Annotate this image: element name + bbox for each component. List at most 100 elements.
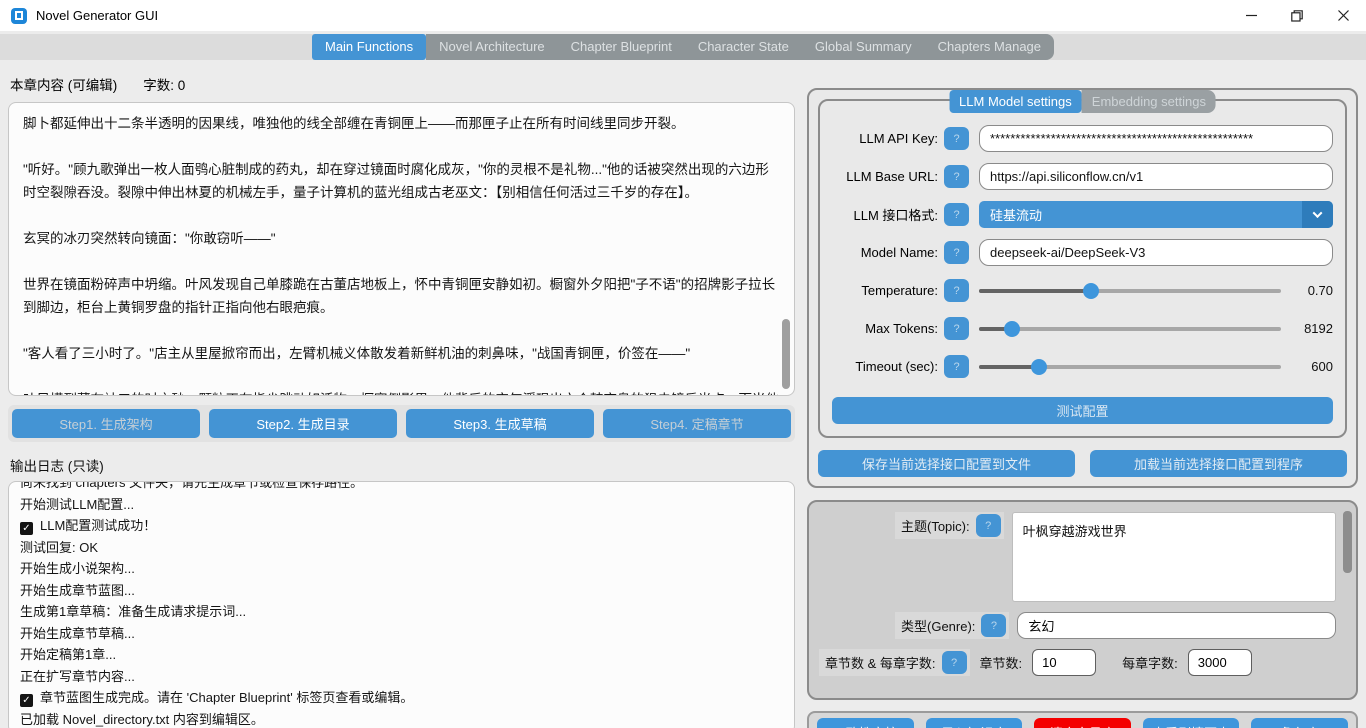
success-check-icon [20,522,33,535]
novel-params-panel: 主题(Topic): ? 叶枫穿越游戏世界 类型(Genre): ? 章节数 &… [807,500,1358,700]
topic-label: 主题(Topic): [901,516,970,535]
step1-generate-architecture-button[interactable]: Step1. 生成架构 [12,409,200,438]
tab-chapter-blueprint[interactable]: Chapter Blueprint [558,34,685,60]
chapter-content-editor[interactable]: 脚卜都延伸出十二条半透明的因果线，唯独他的线全部缠在青铜匣上——而那匣子止在所有… [8,102,795,396]
chapter-count-input[interactable] [1032,649,1096,676]
slider-thumb[interactable] [1083,283,1099,299]
log-line: 章节蓝图生成完成。请在 'Chapter Blueprint' 标签页查看或编辑… [20,687,783,709]
close-button[interactable] [1320,0,1366,31]
temperature-slider[interactable] [979,277,1281,304]
tab-character-state[interactable]: Character State [685,34,802,60]
log-line: 测试回复: OK [20,537,783,559]
editor-paragraph: 世界在镜面粉碎声中坍缩。叶风发现自己单膝跪在古董店地板上，怀中青铜匣安静如初。橱… [23,273,780,319]
topic-input[interactable]: 叶枫穿越游戏世界 [1012,512,1336,602]
log-line: 生成第1章草稿：准备生成请求提示词... [20,601,783,623]
window-title: Novel Generator GUI [36,8,158,23]
tab-embedding-settings[interactable]: Embedding settings [1082,90,1216,113]
timeout-label: Timeout (sec): [832,359,938,374]
log-line: 开始生成章节草稿... [20,623,783,645]
timeout-slider[interactable] [979,353,1281,380]
log-line: 尚未找到 chapters 文件夹，请先生成章节或检查保存路径。 [20,481,783,494]
import-knowledge-base-button[interactable]: 导入知识库 [926,718,1023,728]
settings-tabs: LLM Model settings Embedding settings [949,90,1216,113]
chevron-down-icon[interactable] [1302,201,1333,228]
tab-novel-architecture[interactable]: Novel Architecture [426,34,558,60]
chapter-count-label: 章节数: [980,653,1023,672]
genre-help-button[interactable]: ? [981,614,1006,637]
log-label: 输出日志 (只读) [10,455,795,475]
max-tokens-slider[interactable] [979,315,1281,342]
success-check-icon [20,694,33,707]
api-key-help-button[interactable]: ? [944,127,969,150]
editor-paragraph: 玄冥的冰刃突然转向镜面："你敢窃听——" [23,227,780,250]
base-url-label: LLM Base URL: [832,169,938,184]
step3-generate-draft-button[interactable]: Step3. 生成草稿 [406,409,594,438]
tab-global-summary[interactable]: Global Summary [802,34,925,60]
max-tokens-help-button[interactable]: ? [944,317,969,340]
temperature-label: Temperature: [832,283,938,298]
base-url-help-button[interactable]: ? [944,165,969,188]
timeout-help-button[interactable]: ? [944,355,969,378]
model-name-input[interactable] [979,239,1333,266]
tab-chapters-manage[interactable]: Chapters Manage [925,34,1054,60]
load-config-button[interactable]: 加载当前选择接口配置到程序 [1090,450,1347,477]
tab-main-functions[interactable]: Main Functions [312,34,426,60]
editor-label: 本章内容 (可编辑) [10,74,117,94]
log-line: LLM配置测试成功！ [20,515,783,537]
slider-thumb[interactable] [1031,359,1047,375]
editor-paragraph: 脚卜都延伸出十二条半透明的因果线，唯独他的线全部缠在青铜匣上——而那匣子止在所有… [23,112,780,135]
output-log[interactable]: 尚未找到 chapters 文件夹，请先生成章节或检查保存路径。 开始测试LLM… [8,481,795,728]
editor-paragraph: "客人看了三小时了。"店主从里屋掀帘而出，左臂机械义体散发着新鲜机油的刺鼻味，"… [23,342,780,365]
log-line: 开始测试LLM配置... [20,494,783,516]
character-library-button[interactable]: 角色库 [1251,718,1348,728]
close-icon [1338,10,1349,21]
step-buttons-row: Step1. 生成架构 Step2. 生成目录 Step3. 生成草稿 Step… [8,405,795,442]
app-icon [11,8,27,24]
maximize-button[interactable] [1274,0,1320,31]
words-per-chapter-label: 每章字数: [1122,653,1178,672]
interface-format-select[interactable]: 硅基流动 [979,201,1333,228]
genre-label: 类型(Genre): [901,616,975,635]
base-url-input[interactable] [979,163,1333,190]
consistency-review-button[interactable]: 一致性审校 [817,718,914,728]
novel-panel-scrollbar[interactable] [1343,511,1352,573]
log-line: 已加载 Novel_directory.txt 内容到编辑区。 [20,709,783,728]
interface-format-value: 硅基流动 [990,205,1042,224]
test-config-button[interactable]: 测试配置 [832,397,1333,424]
step2-generate-directory-button[interactable]: Step2. 生成目录 [209,409,397,438]
restore-icon [1291,10,1303,22]
interface-format-label: LLM 接口格式: [832,205,938,224]
minimize-button[interactable] [1228,0,1274,31]
llm-config-panel: LLM Model settings Embedding settings LL… [807,88,1358,488]
log-line: 正在扩写章节内容... [20,666,783,688]
topic-help-button[interactable]: ? [976,514,1001,537]
minimize-icon [1246,10,1257,21]
save-config-button[interactable]: 保存当前选择接口配置到文件 [818,450,1075,477]
window-controls [1228,0,1366,31]
api-key-input[interactable] [979,125,1333,152]
log-line: 开始生成章节蓝图... [20,580,783,602]
temperature-help-button[interactable]: ? [944,279,969,302]
clear-vector-store-button[interactable]: 清空向量库 [1034,718,1131,728]
max-tokens-label: Max Tokens: [832,321,938,336]
editor-paragraph: "听好。"顾九歌弹出一枚人面鸮心脏制成的药丸，却在穿过镜面时腐化成灰，"你的灵根… [23,158,780,204]
step4-finalize-chapter-button[interactable]: Step4. 定稿章节 [603,409,791,438]
word-count-label: 字数: 0 [143,74,185,94]
max-tokens-value: 8192 [1293,321,1333,336]
slider-thumb[interactable] [1004,321,1020,337]
words-per-chapter-input[interactable] [1188,649,1252,676]
api-key-label: LLM API Key: [832,131,938,146]
view-plot-points-button[interactable]: 查看剧情要点 [1143,718,1240,728]
interface-format-help-button[interactable]: ? [944,203,969,226]
model-name-help-button[interactable]: ? [944,241,969,264]
chapters-words-help-button[interactable]: ? [942,651,967,674]
log-line: 开始生成小说架构... [20,558,783,580]
log-line: 开始定稿第1章... [20,644,783,666]
genre-input[interactable] [1017,612,1336,639]
title-bar: Novel Generator GUI [0,0,1366,31]
tab-llm-model-settings[interactable]: LLM Model settings [949,90,1082,113]
editor-scrollbar[interactable] [782,319,790,389]
editor-paragraph: 叶风摸到藏在袖口的时之砂，颗粒正在指尖跳动如活物。橱窗倒影里，他背后的空气浮现出… [23,388,780,396]
llm-config-inner: LLM Model settings Embedding settings LL… [818,99,1347,438]
timeout-value: 600 [1293,359,1333,374]
